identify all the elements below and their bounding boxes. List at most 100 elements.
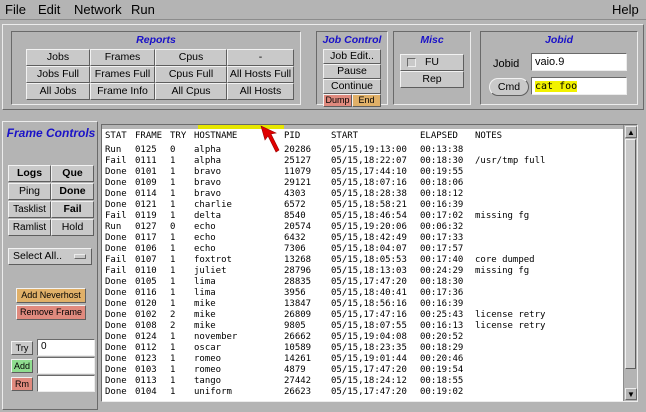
horizontal-scrollbar[interactable] xyxy=(102,125,624,129)
frame-info-button[interactable]: Frame Info xyxy=(90,83,155,100)
jobs-full-button[interactable]: Jobs Full xyxy=(26,66,90,83)
table-row[interactable]: Fail 0119 1 delta 8540 05/15,18:46:54 00:17:02… xyxy=(102,211,624,221)
table-row[interactable]: Done 0116 1 lima 3956 05/15,18:40:41 00:17:36 xyxy=(102,288,624,298)
cell-elapsed: 00:17:02 xyxy=(420,211,464,221)
rm-button[interactable]: Rm xyxy=(11,377,33,391)
table-row[interactable]: Done 0105 1 lima 28835 05/15,17:47:20 00:18:30 xyxy=(102,277,624,287)
cell-frame: 0103 xyxy=(135,365,157,375)
all-jobs-button[interactable]: All Jobs xyxy=(26,83,90,100)
scroll-up-icon[interactable]: ▲ xyxy=(625,126,637,138)
table-row[interactable]: Done 0113 1 tango 27442 05/15,18:24:12 00:18:5… xyxy=(102,376,624,386)
cell-hostname: bravo xyxy=(194,167,222,177)
menu-network[interactable]: Network xyxy=(74,2,122,17)
table-row[interactable]: Done 0106 1 echo 7306 05/15,18:04:07 00:17:57 xyxy=(102,244,624,254)
hold-button[interactable]: Hold xyxy=(51,219,94,236)
table-row[interactable]: Done 0123 1 romeo 14261 05/15,19:01:44 00:20:4… xyxy=(102,354,624,364)
blank-report-button[interactable]: - xyxy=(227,49,294,66)
table-row[interactable]: Done 0124 1 november 26662 05/15,19:04:08 00:2… xyxy=(102,332,624,342)
remove-frame-button[interactable]: Remove Frame xyxy=(16,305,86,320)
table-row[interactable]: Done 0104 1 uniform 26623 05/15,17:47:20 00:19… xyxy=(102,387,624,397)
table-row[interactable]: Done 0121 1 charlie 6572 05/15,18:58:21 00:16:… xyxy=(102,200,624,210)
cell-hostname: bravo xyxy=(194,189,222,199)
col-frame: FRAME xyxy=(135,131,163,141)
frames-button[interactable]: Frames xyxy=(90,49,155,66)
cell-elapsed: 00:13:38 xyxy=(420,145,464,155)
table-row[interactable]: Fail 0110 1 juliet 28796 05/15,18:13:03 00:24:… xyxy=(102,266,624,276)
vertical-scrollbar[interactable]: ▲ ▼ xyxy=(623,125,637,401)
table-row[interactable]: Done 0108 2 mike 9805 05/15,18:07:55 00:16:13 l… xyxy=(102,321,624,331)
menu-file[interactable]: File xyxy=(5,2,26,17)
table-row[interactable]: Done 0114 1 bravo 4303 05/15,18:28:38 00:18:12 xyxy=(102,189,624,199)
table-row[interactable]: Done 0101 1 bravo 11079 05/15,17:44:10 00:19:5… xyxy=(102,167,624,177)
tasklist-button[interactable]: Tasklist xyxy=(8,201,51,218)
cell-hostname: delta xyxy=(194,211,222,221)
cmd-button[interactable]: Cmd xyxy=(489,78,529,96)
all-hosts-full-button[interactable]: All Hosts Full xyxy=(227,66,294,83)
rep-button[interactable]: Rep xyxy=(400,71,464,88)
menu-edit[interactable]: Edit xyxy=(38,2,60,17)
cell-start: 05/15,19:20:06 xyxy=(331,222,407,232)
cell-hostname: november xyxy=(194,332,238,342)
cell-try: 1 xyxy=(170,167,176,177)
add-button[interactable]: Add xyxy=(11,359,33,373)
table-row[interactable]: Run 0127 0 echo 20574 05/15,19:20:06 00:06:32 xyxy=(102,222,624,232)
table-row[interactable]: Done 0112 1 oscar 10589 05/15,18:23:35 00:18:2… xyxy=(102,343,624,353)
table-row[interactable]: Fail 0111 1 alpha 25127 05/15,18:22:07 00:18:3… xyxy=(102,156,624,166)
menu-help[interactable]: Help xyxy=(612,2,639,17)
table-row[interactable]: Run 0125 0 alpha 20286 05/15,19:13:00 00:13:38 xyxy=(102,145,624,155)
cell-stat: Fail xyxy=(105,211,127,221)
select-all-dropdown[interactable]: Select All.. xyxy=(8,248,92,265)
cell-start: 05/15,18:07:16 xyxy=(331,178,407,188)
cell-elapsed: 00:20:52 xyxy=(420,332,464,342)
job-edit-button[interactable]: Job Edit.. xyxy=(323,49,381,64)
table-row[interactable]: Done 0120 1 mike 13847 05/15,18:56:16 00:16:39 xyxy=(102,299,624,309)
que-button[interactable]: Que xyxy=(51,165,94,182)
fail-button[interactable]: Fail xyxy=(51,201,94,218)
cmd-input[interactable]: cat foo xyxy=(531,77,627,95)
logs-button[interactable]: Logs xyxy=(8,165,51,182)
jobid-input[interactable]: vaio.9 xyxy=(531,53,627,71)
menu-run[interactable]: Run xyxy=(131,2,155,17)
ramlist-button[interactable]: Ramlist xyxy=(8,219,51,236)
fu-checkbox-icon[interactable] xyxy=(407,58,416,67)
all-cpus-button[interactable]: All Cpus xyxy=(155,83,227,100)
table-row[interactable]: Done 0103 1 romeo 4879 05/15,17:47:20 00:19:54 xyxy=(102,365,624,375)
dump-button[interactable]: Dump xyxy=(323,94,352,107)
cpus-button[interactable]: Cpus xyxy=(155,49,227,66)
scroll-down-icon[interactable]: ▼ xyxy=(625,388,637,400)
table-row[interactable]: Done 0109 1 bravo 29121 05/15,18:07:16 00:18:0… xyxy=(102,178,624,188)
continue-button[interactable]: Continue xyxy=(323,79,381,94)
cell-hostname: oscar xyxy=(194,343,222,353)
cell-stat: Done xyxy=(105,288,127,298)
cell-pid: 10589 xyxy=(284,343,312,353)
jobs-button[interactable]: Jobs xyxy=(26,49,90,66)
all-hosts-button[interactable]: All Hosts xyxy=(227,83,294,100)
done-button[interactable]: Done xyxy=(51,183,94,200)
end-button[interactable]: End xyxy=(352,94,381,107)
cell-start: 05/15,17:44:10 xyxy=(331,167,407,177)
try-input[interactable]: 0 xyxy=(37,339,95,356)
add-input[interactable] xyxy=(37,357,95,374)
cell-pid: 25127 xyxy=(284,156,312,166)
cell-stat: Fail xyxy=(105,156,127,166)
cell-hostname: echo xyxy=(194,233,216,243)
pause-button[interactable]: Pause xyxy=(323,64,381,79)
cell-try: 1 xyxy=(170,354,176,364)
vertical-scrollbar-thumb[interactable] xyxy=(625,139,636,369)
cpus-full-button[interactable]: Cpus Full xyxy=(155,66,227,83)
dropdown-indicator-icon xyxy=(74,254,86,259)
cell-frame: 0116 xyxy=(135,288,157,298)
try-button[interactable]: Try xyxy=(11,341,33,355)
ping-button[interactable]: Ping xyxy=(8,183,51,200)
cell-pid: 13847 xyxy=(284,299,312,309)
fu-toggle-button[interactable]: FU xyxy=(400,54,464,71)
table-row[interactable]: Fail 0107 1 foxtrot 13268 05/15,18:05:53 00:17… xyxy=(102,255,624,265)
table-row[interactable]: Done 0102 2 mike 26809 05/15,17:47:16 00:25:43… xyxy=(102,310,624,320)
table-row[interactable]: Done 0117 1 echo 6432 05/15,18:42:49 00:17:33 xyxy=(102,233,624,243)
add-neverhost-button[interactable]: Add Neverhost xyxy=(16,288,86,303)
frames-full-button[interactable]: Frames Full xyxy=(90,66,155,83)
rm-input[interactable] xyxy=(37,375,95,392)
cell-stat: Done xyxy=(105,310,127,320)
frame-table[interactable]: STAT FRAME TRY HOSTNAME PID START ELAPSE… xyxy=(101,124,638,402)
cell-elapsed: 00:19:54 xyxy=(420,365,464,375)
